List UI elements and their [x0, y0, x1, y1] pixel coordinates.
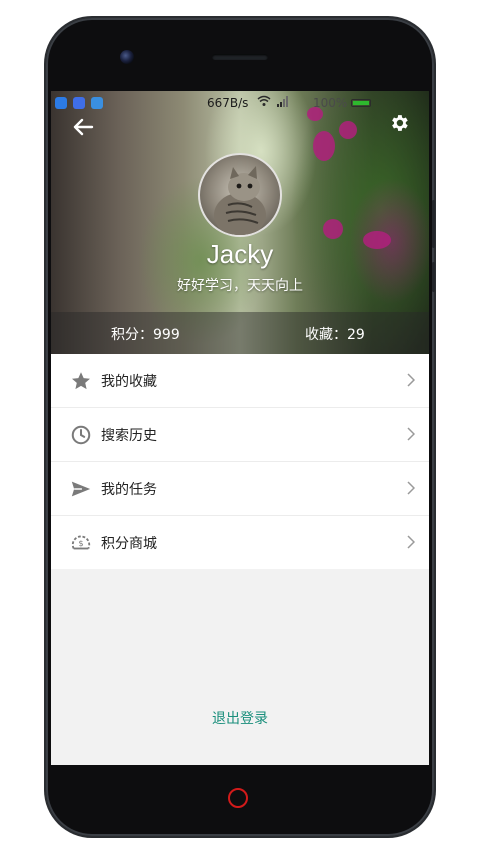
menu-item-points-shop[interactable]: $ 积分商城	[51, 516, 429, 569]
star-icon	[72, 372, 90, 390]
menu-item-label: 积分商城	[101, 536, 157, 552]
settings-button[interactable]	[383, 107, 415, 139]
network-speed: 667B/s	[207, 96, 249, 110]
home-button[interactable]	[228, 788, 248, 808]
menu-list: 我的收藏 搜索历史 我的任务 $ 积分商城	[51, 354, 429, 569]
status-bar: 667B/s 100%	[51, 91, 429, 115]
favorites-stat[interactable]: 收藏：29	[305, 324, 365, 344]
d-app-icon	[73, 97, 85, 109]
gear-icon	[392, 115, 408, 131]
send-icon	[71, 481, 91, 497]
chevron-right-icon	[407, 481, 415, 495]
front-camera	[120, 50, 134, 64]
arrow-left-icon	[73, 118, 94, 136]
menu-item-label: 搜索历史	[101, 428, 157, 444]
points-shop-icon: $	[71, 535, 91, 550]
cloud-app-icon	[91, 97, 103, 109]
clock-icon	[71, 425, 91, 445]
wifi-icon	[257, 95, 271, 110]
flower-decoration	[313, 131, 335, 161]
menu-item-label: 我的任务	[101, 482, 157, 498]
chevron-right-icon	[407, 427, 415, 441]
flower-decoration	[339, 121, 357, 139]
signal-icon	[277, 96, 289, 110]
chevron-right-icon	[407, 535, 415, 549]
battery-level	[353, 101, 369, 105]
user-motto: 好好学习，天天向上	[177, 278, 303, 294]
chevron-right-icon	[407, 373, 415, 387]
back-button[interactable]	[67, 111, 99, 143]
menu-item-tasks[interactable]: 我的任务	[51, 462, 429, 516]
profile-header: 667B/s 100% Jacky 好好学习，天天向上 积分：999 收藏：29	[51, 91, 429, 354]
earpiece-speaker	[212, 54, 268, 60]
flower-decoration	[323, 219, 343, 239]
menu-item-search-history[interactable]: 搜索历史	[51, 408, 429, 462]
svg-text:$: $	[78, 538, 83, 548]
logout-button[interactable]: 退出登录	[51, 708, 429, 728]
app-screen: 667B/s 100% Jacky 好好学习，天天向上 积分：999 收藏：29…	[51, 91, 429, 765]
username: Jacky	[206, 239, 274, 269]
cat-avatar-image	[214, 166, 266, 235]
menu-item-favorites[interactable]: 我的收藏	[51, 354, 429, 408]
volume-button	[432, 200, 435, 248]
menu-item-label: 我的收藏	[101, 374, 157, 390]
power-button	[432, 262, 435, 292]
shield-app-icon	[55, 97, 67, 109]
battery-icon	[351, 99, 371, 107]
stats-bar: 积分：999 收藏：29	[51, 312, 429, 354]
battery-percent: 100%	[313, 96, 348, 110]
avatar[interactable]	[198, 153, 282, 237]
points-stat[interactable]: 积分：999	[111, 324, 180, 344]
